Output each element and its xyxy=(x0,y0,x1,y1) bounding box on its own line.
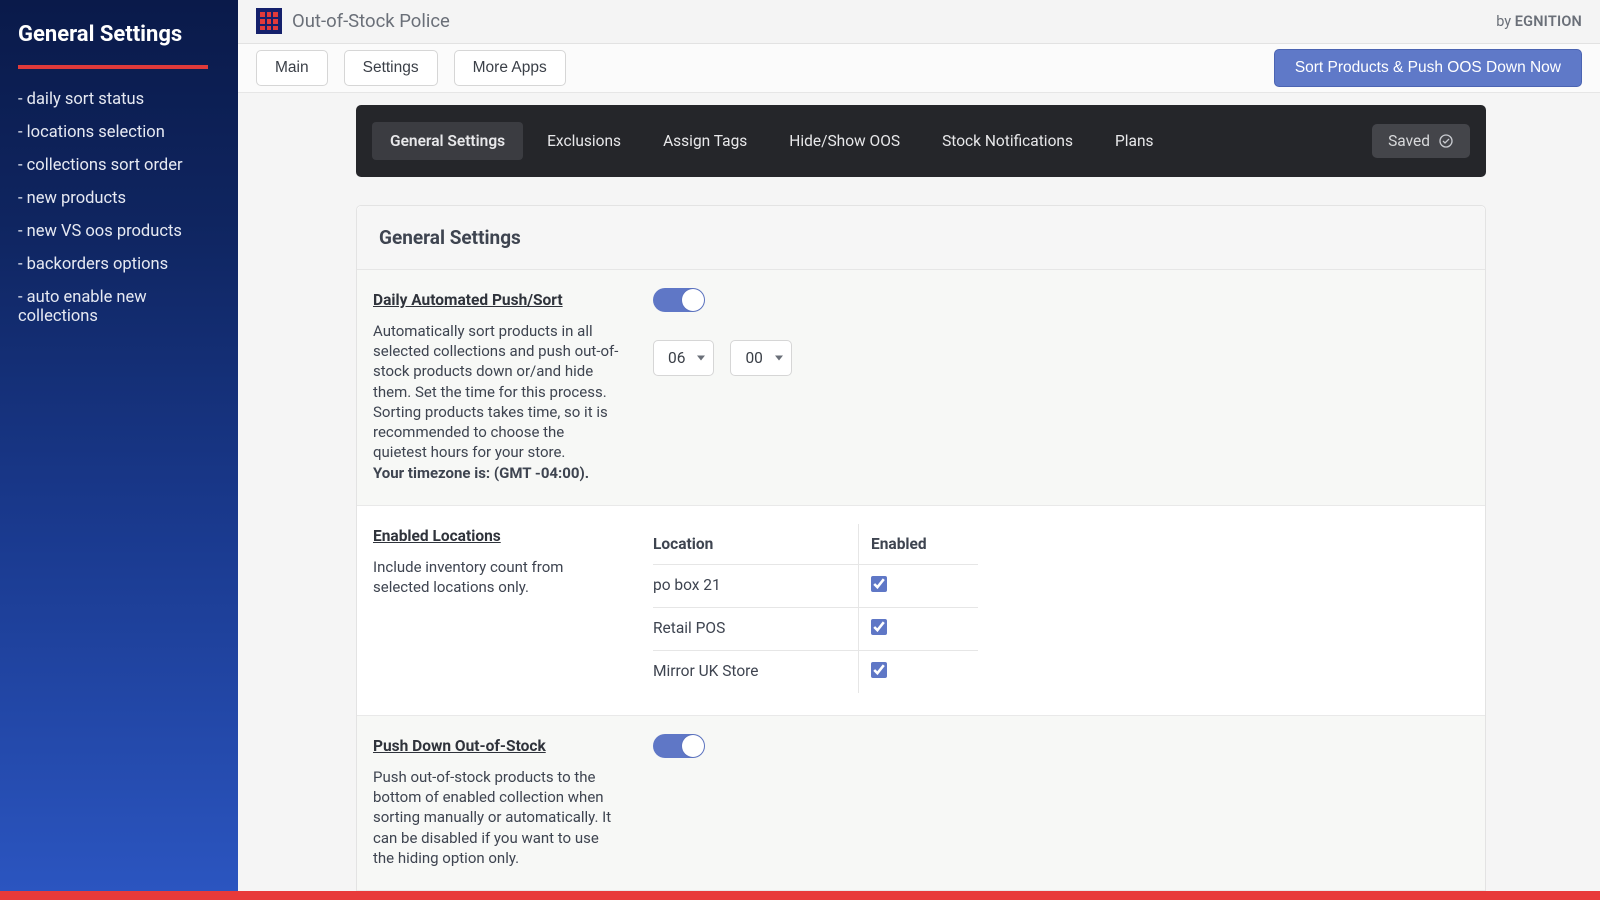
tab-general-settings[interactable]: General Settings xyxy=(372,122,523,160)
enabled-locations-title[interactable]: Enabled Locations xyxy=(373,527,501,545)
by-line: by EGNITION xyxy=(1496,13,1582,30)
sidebar-item-auto-enable-collections[interactable]: - auto enable new collections xyxy=(0,281,238,333)
location-name: po box 21 xyxy=(653,565,858,607)
settings-button[interactable]: Settings xyxy=(344,50,438,86)
tab-assign-tags[interactable]: Assign Tags xyxy=(645,122,765,160)
sidebar-nav: - daily sort status - locations selectio… xyxy=(0,81,238,333)
location-row: Retail POS xyxy=(653,608,978,651)
locations-col-location: Location xyxy=(653,524,858,564)
tab-exclusions[interactable]: Exclusions xyxy=(529,122,639,160)
saved-indicator: Saved xyxy=(1372,124,1470,158)
main-button[interactable]: Main xyxy=(256,50,328,86)
sidebar-item-daily-sort-status[interactable]: - daily sort status xyxy=(0,83,238,116)
enabled-locations-desc: Include inventory count from selected lo… xyxy=(373,557,621,598)
sidebar-title: General Settings xyxy=(0,22,238,65)
locations-table: Location Enabled po box 21 Retail POS xyxy=(653,524,978,693)
content-inner: General Settings Exclusions Assign Tags … xyxy=(356,93,1486,891)
panel-header: General Settings xyxy=(357,206,1485,270)
location-name: Mirror UK Store xyxy=(653,651,858,693)
setting-enabled-locations: Enabled Locations Include inventory coun… xyxy=(357,506,1485,716)
by-vendor: EGNITION xyxy=(1515,13,1582,30)
location-enabled-checkbox[interactable] xyxy=(871,662,887,678)
tab-hide-show-oos[interactable]: Hide/Show OOS xyxy=(771,122,918,160)
chevron-down-icon xyxy=(697,355,705,360)
sidebar-item-new-vs-oos-products[interactable]: - new VS oos products xyxy=(0,215,238,248)
daily-hour-value: 06 xyxy=(668,349,685,367)
locations-col-enabled: Enabled xyxy=(858,524,978,564)
location-row: po box 21 xyxy=(653,565,978,608)
sidebar-item-new-products[interactable]: - new products xyxy=(0,182,238,215)
sidebar-divider xyxy=(18,65,208,69)
sidebar-item-locations-selection[interactable]: - locations selection xyxy=(0,116,238,149)
main-column: Out-of-Stock Police by EGNITION Main Set… xyxy=(238,0,1600,891)
chevron-down-icon xyxy=(775,355,783,360)
push-down-oos-title[interactable]: Push Down Out-of-Stock xyxy=(373,737,546,755)
daily-minute-value: 00 xyxy=(745,349,762,367)
sort-push-now-button[interactable]: Sort Products & Push OOS Down Now xyxy=(1274,49,1582,87)
check-circle-icon xyxy=(1438,133,1454,149)
bottom-accent-bar xyxy=(0,891,1600,900)
daily-automated-desc-text: Automatically sort products in all selec… xyxy=(373,322,618,462)
daily-minute-select[interactable]: 00 xyxy=(730,340,791,376)
daily-automated-desc: Automatically sort products in all selec… xyxy=(373,321,621,483)
sidebar: General Settings - daily sort status - l… xyxy=(0,0,238,891)
locations-header-row: Location Enabled xyxy=(653,524,978,565)
general-settings-panel: General Settings Daily Automated Push/So… xyxy=(356,205,1486,891)
tab-stock-notifications[interactable]: Stock Notifications xyxy=(924,122,1091,160)
sidebar-item-backorders-options[interactable]: - backorders options xyxy=(0,248,238,281)
app-title: Out-of-Stock Police xyxy=(292,10,450,32)
push-down-oos-desc: Push out-of-stock products to the bottom… xyxy=(373,767,621,868)
by-prefix: by xyxy=(1496,13,1515,30)
daily-automated-tz: Your timezone is: (GMT -04:00). xyxy=(373,464,589,482)
location-row: Mirror UK Store xyxy=(653,651,978,693)
settings-tabstrip: General Settings Exclusions Assign Tags … xyxy=(356,105,1486,177)
setting-daily-automated: Daily Automated Push/Sort Automatically … xyxy=(357,270,1485,506)
saved-label: Saved xyxy=(1388,132,1430,150)
location-name: Retail POS xyxy=(653,608,858,650)
daily-hour-select[interactable]: 06 xyxy=(653,340,714,376)
sidebar-item-collections-sort-order[interactable]: - collections sort order xyxy=(0,149,238,182)
content-scroll[interactable]: General Settings Exclusions Assign Tags … xyxy=(238,93,1600,891)
tab-plans[interactable]: Plans xyxy=(1097,122,1172,160)
location-enabled-checkbox[interactable] xyxy=(871,576,887,592)
daily-automated-toggle[interactable] xyxy=(653,288,705,312)
push-down-oos-toggle[interactable] xyxy=(653,734,705,758)
action-bar: Main Settings More Apps Sort Products & … xyxy=(238,44,1600,93)
more-apps-button[interactable]: More Apps xyxy=(454,50,566,86)
app-logo-icon xyxy=(256,8,282,34)
topbar: Out-of-Stock Police by EGNITION xyxy=(238,0,1600,44)
location-enabled-checkbox[interactable] xyxy=(871,619,887,635)
setting-push-down-oos: Push Down Out-of-Stock Push out-of-stock… xyxy=(357,716,1485,891)
daily-automated-title[interactable]: Daily Automated Push/Sort xyxy=(373,291,563,309)
